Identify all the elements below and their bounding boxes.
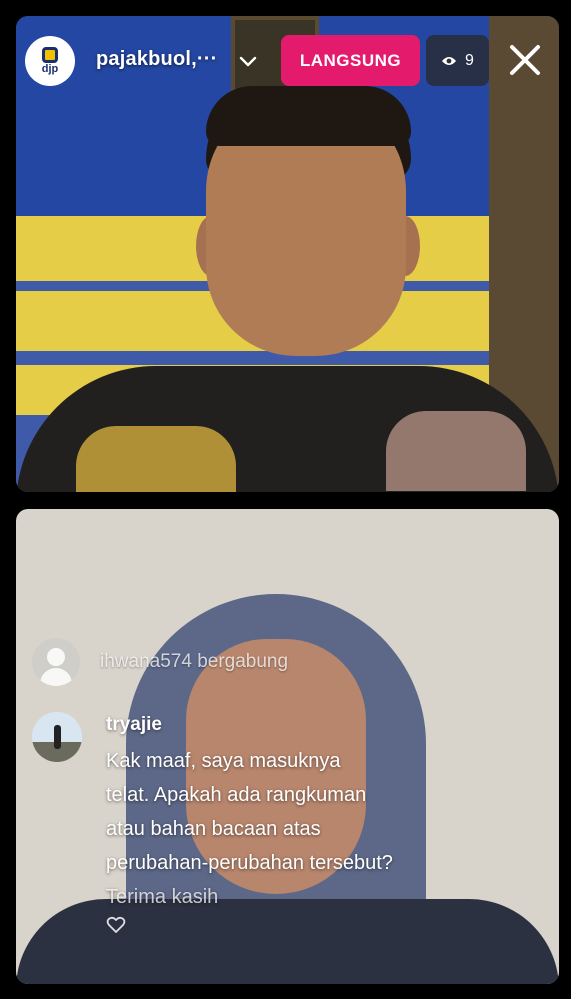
comment-line: atau bahan bacaan atas [106,818,321,840]
live-header: djp pajakbuol,··· LANGSUNG 9 [0,0,571,110]
live-badge: LANGSUNG [281,35,420,86]
comment-line: Kak maaf, saya masuknya [106,750,341,772]
eye-icon [442,56,457,65]
join-notification: ihwana574 bergabung [32,638,288,686]
avatar-logo-text: djp [41,63,59,75]
comment-line: Terima kasih [106,886,219,908]
viewer-count: 9 [465,51,474,69]
shirt-pattern [76,426,236,492]
heart-icon[interactable] [106,915,126,935]
commenter-avatar[interactable] [32,712,82,762]
djp-logo-icon [42,47,58,63]
join-text: ihwana574 bergabung [100,651,289,672]
default-avatar-icon [32,638,80,686]
host-username[interactable]: pajakbuol,··· [96,48,218,71]
commenter-username[interactable]: tryajie [106,714,162,736]
chevron-down-icon[interactable] [238,52,258,72]
host-avatar[interactable]: djp [25,36,75,86]
viewer-count-badge[interactable]: 9 [426,35,489,86]
close-icon[interactable] [505,40,545,80]
shirt-pattern [386,411,526,491]
comment-text: Kak maaf, saya masuknya telat. Apakah ad… [106,744,486,914]
comment-line: telat. Apakah ada rangkuman [106,784,367,806]
comment-line: perubahan-perubahan tersebut? [106,852,393,874]
